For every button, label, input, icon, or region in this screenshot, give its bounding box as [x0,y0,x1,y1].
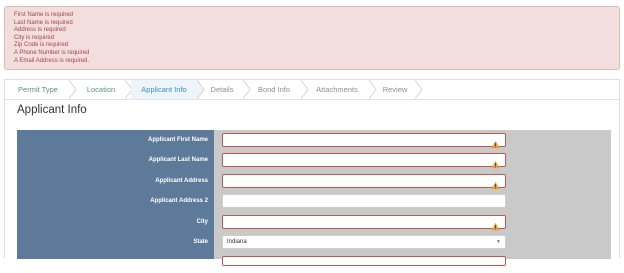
step-attachments[interactable]: Attachments [309,80,365,99]
step-divider [301,80,309,99]
step-divider [243,80,251,99]
error-message: First Name is required [14,12,74,18]
warning-icon [491,218,500,231]
step-divider [369,80,377,99]
form-row-last-name: Applicant Last Name [17,150,611,170]
step-bond-info[interactable]: Bond Info [251,80,297,99]
address-2-field[interactable] [222,194,506,208]
applicant-form: Applicant First Name Applicant Last Name… [17,130,611,266]
error-message: A Phone Number is required [14,49,90,56]
step-location[interactable]: Location [77,80,125,99]
form-row-city: City [17,212,611,232]
form-row-address-2: Applicant Address 2 [17,191,611,211]
error-message: A Email Address is required. [14,57,90,64]
warning-icon [491,177,500,190]
form-row-address: Applicant Address [17,171,611,191]
step-permit-type[interactable]: Permit Type [5,80,71,99]
step-divider [197,80,205,99]
form-row-next [17,253,611,273]
form-row-first-name: Applicant First Name [17,130,611,150]
last-name-label: Applicant Last Name [148,157,208,163]
state-select[interactable]: Indiana ▼ [222,235,506,249]
wizard-steps: Permit Type Location Applicant Info Deta… [5,80,619,100]
warning-icon [491,136,500,149]
form-row-state: State Indiana ▼ [17,232,611,252]
error-message: Zip Code is required [14,42,69,49]
first-name-label: Applicant First Name [147,137,208,143]
city-label: City [196,219,208,225]
dropdown-caret-icon: ▼ [496,239,501,245]
state-label: State [193,239,208,245]
step-divider [69,80,77,99]
error-message: Last Name is required [14,19,73,26]
error-message: Address is required [14,27,66,34]
step-review[interactable]: Review [377,80,413,99]
last-name-field[interactable] [222,153,506,169]
state-selected-value: Indiana [227,239,247,245]
city-field[interactable] [222,215,506,231]
step-applicant-info[interactable]: Applicant Info [131,80,197,99]
error-message: City is required [14,34,55,41]
warning-icon [491,156,500,169]
validation-alert: First Name is required Last Name is requ… [4,6,620,70]
address-field[interactable] [222,174,506,190]
address-2-label: Applicant Address 2 [150,198,208,204]
step-details[interactable]: Details [205,80,239,99]
permit-panel: Permit Type Location Applicant Info Deta… [4,79,620,266]
error-list: First Name is required Last Name is requ… [14,12,610,65]
first-name-field[interactable] [222,133,506,149]
step-divider [415,80,423,99]
page-title: Applicant Info [17,104,87,116]
address-label: Applicant Address [155,178,208,184]
